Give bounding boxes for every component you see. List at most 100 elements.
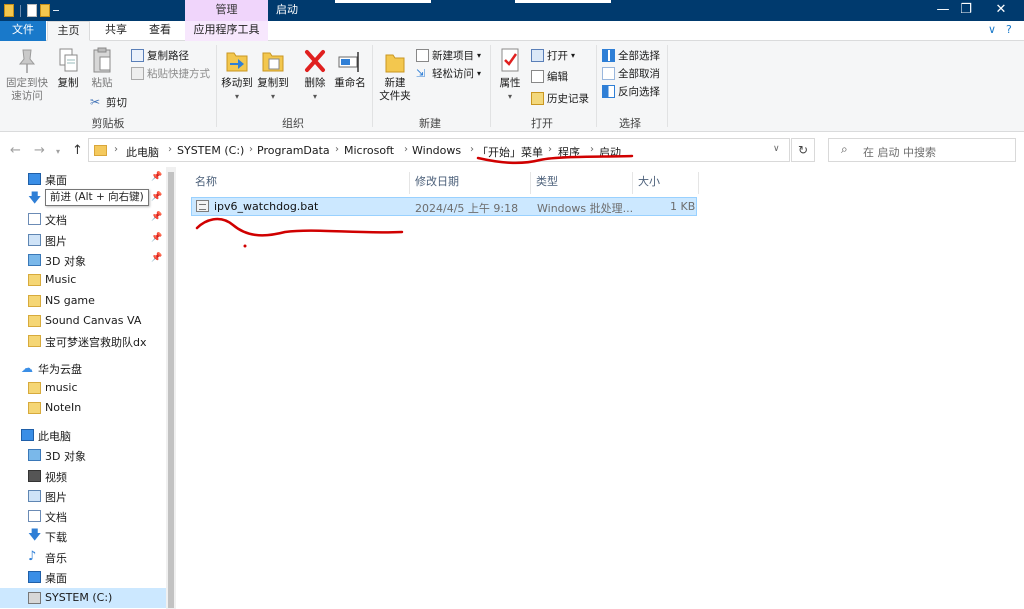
tab-home[interactable]: 主页	[47, 21, 90, 41]
folder-icon	[94, 145, 107, 156]
nav-item-system-drive[interactable]: SYSTEM (C:)	[0, 588, 166, 608]
tab-app-tools[interactable]: 应用程序工具	[185, 21, 268, 41]
chevron-right-icon[interactable]: ›	[470, 144, 474, 155]
search-box[interactable]: ⌕ 在 启动 中搜索	[828, 138, 1016, 162]
select-none-label: 全部取消	[618, 67, 660, 80]
red-underline-file	[195, 217, 404, 237]
paste-shortcut-button[interactable]: 粘贴快捷方式	[131, 65, 210, 81]
tab-view[interactable]: 查看	[139, 21, 181, 41]
nav-item-3d-objects[interactable]: 3D 对象 📌	[0, 250, 166, 270]
open-button[interactable]: 打开 ▾	[531, 47, 575, 63]
copy-path-button[interactable]: 复制路径	[131, 47, 189, 63]
move-to-button[interactable]: 移动到 ▾	[220, 47, 254, 103]
easy-access-button[interactable]: ⇲ 轻松访问 ▾	[416, 65, 481, 81]
nav-item-label: 桌面	[45, 572, 67, 585]
recent-locations-icon[interactable]: ▾	[56, 147, 60, 156]
column-header-modified[interactable]: 修改日期	[410, 172, 531, 194]
chevron-right-icon[interactable]: ›	[404, 144, 408, 155]
pin-icon[interactable]: 📌	[151, 212, 162, 222]
pin-icon[interactable]: 📌	[151, 172, 162, 182]
up-arrow-icon[interactable]: ↑	[72, 143, 83, 158]
copy-button[interactable]: 复制	[53, 47, 83, 90]
pin-icon[interactable]: 📌	[151, 253, 162, 263]
nav-item-ns-game[interactable]: NS game	[0, 291, 166, 311]
tab-file[interactable]: 文件	[0, 21, 46, 41]
new-folder-icon[interactable]	[40, 4, 50, 17]
ribbon: 固定到快 速访问 复制 粘贴 复制路径 粘贴快捷方式 ✂ 剪切 剪贴板 移动到 …	[0, 41, 1024, 132]
chevron-right-icon[interactable]: ›	[590, 144, 594, 155]
chevron-right-icon[interactable]: ›	[548, 144, 552, 155]
nav-item-pc-3d-objects[interactable]: 3D 对象	[0, 445, 166, 465]
nav-pane-scrollbar[interactable]	[166, 167, 176, 609]
pin-icon[interactable]: 📌	[151, 192, 162, 202]
chevron-right-icon[interactable]: ›	[168, 144, 172, 155]
column-header-name[interactable]: 名称	[190, 172, 410, 194]
select-all-button[interactable]: 全部选择	[602, 47, 660, 63]
nav-item-this-pc[interactable]: 此电脑	[0, 425, 166, 445]
paste-button[interactable]: 粘贴	[87, 47, 117, 90]
scrollbar-thumb[interactable]	[168, 172, 174, 608]
copy-to-button[interactable]: 复制到 ▾	[256, 47, 290, 103]
chevron-down-icon[interactable]: ∨	[773, 144, 780, 154]
refresh-button[interactable]: ↻	[791, 138, 815, 162]
help-button[interactable]: ?	[1006, 21, 1012, 41]
nav-item-music-folder[interactable]: Music	[0, 270, 166, 290]
nav-item-notein[interactable]: NoteIn	[0, 398, 166, 418]
copy-to-icon	[262, 52, 284, 72]
nav-item-pokemon[interactable]: 宝可梦迷宫救助队dx	[0, 331, 166, 351]
close-button[interactable]: ✕	[978, 0, 1024, 21]
breadcrumb-start-menu[interactable]: 「开始」菜单	[477, 144, 543, 160]
column-header-size[interactable]: 大小	[633, 172, 699, 194]
breadcrumb-startup[interactable]: 启动	[599, 144, 621, 160]
file-type: Windows 批处理...	[537, 202, 634, 215]
chevron-right-icon[interactable]: ›	[249, 144, 253, 155]
nav-item-pictures[interactable]: 图片 📌	[0, 230, 166, 250]
new-folder-button[interactable]: 新建 文件夹	[376, 47, 414, 103]
breadcrumb-microsoft[interactable]: Microsoft	[344, 144, 394, 157]
nav-item-pc-documents[interactable]: 文档	[0, 506, 166, 526]
breadcrumb-windows[interactable]: Windows	[412, 144, 461, 157]
nav-item-pc-pictures[interactable]: 图片	[0, 486, 166, 506]
chevron-right-icon[interactable]: ›	[114, 144, 118, 155]
nav-item-pc-desktop[interactable]: 桌面	[0, 567, 166, 587]
nav-item-videos[interactable]: 视频	[0, 466, 166, 486]
table-row[interactable]: ipv6_watchdog.bat 2024/4/5 上午 9:18 Windo…	[191, 197, 697, 216]
breadcrumb-system-c[interactable]: SYSTEM (C:)	[177, 144, 244, 157]
properties-icon[interactable]	[27, 4, 37, 17]
cut-button[interactable]: ✂ 剪切	[90, 94, 127, 110]
address-bar[interactable]: › 此电脑 › SYSTEM (C:) › ProgramData › Micr…	[88, 138, 790, 162]
open-group-label: 打开	[531, 117, 553, 130]
new-item-button[interactable]: 新建项目 ▾	[416, 47, 481, 63]
edit-label: 编辑	[547, 70, 568, 83]
chevron-right-icon[interactable]: ›	[335, 144, 339, 155]
select-none-button[interactable]: 全部取消	[602, 65, 660, 81]
tab-share[interactable]: 共享	[95, 21, 137, 41]
rename-button[interactable]: 重命名	[332, 47, 368, 90]
nav-item-desktop[interactable]: 桌面 📌	[0, 169, 166, 189]
ribbon-collapse-button[interactable]: ∨	[988, 21, 996, 41]
nav-item-documents[interactable]: 文档 📌	[0, 209, 166, 229]
properties-button[interactable]: 属性 ▾	[494, 47, 526, 103]
folder-icon	[28, 382, 41, 394]
history-button[interactable]: 历史记录	[531, 90, 589, 106]
nav-item-pc-music[interactable]: ♪ 音乐	[0, 547, 166, 567]
nav-item-cloud-music[interactable]: music	[0, 378, 166, 398]
nav-item-label: NS game	[45, 294, 95, 307]
nav-item-pc-downloads[interactable]: 🡇 下载	[0, 526, 166, 546]
breadcrumb-this-pc[interactable]: 此电脑	[126, 144, 159, 160]
nav-item-huawei-cloud[interactable]: ☁ 华为云盘	[0, 358, 166, 378]
pin-icon	[18, 49, 36, 73]
delete-button[interactable]: 删除 ▾	[300, 47, 330, 103]
pin-icon[interactable]: 📌	[151, 233, 162, 243]
breadcrumb-programs[interactable]: 程序	[558, 144, 580, 160]
pin-to-quick-access-button[interactable]: 固定到快 速访问	[4, 47, 50, 103]
back-arrow-icon[interactable]: ←	[10, 143, 21, 158]
breadcrumb-programdata[interactable]: ProgramData	[257, 144, 330, 157]
invert-selection-button[interactable]: 反向选择	[602, 83, 660, 99]
edit-button[interactable]: 编辑	[531, 68, 568, 84]
forward-arrow-icon[interactable]: →	[34, 143, 45, 158]
column-header-type[interactable]: 类型	[531, 172, 633, 194]
nav-item-sound-canvas[interactable]: Sound Canvas VA	[0, 311, 166, 331]
title-bar: 管理 启动 — ❐ ✕	[0, 0, 1024, 21]
customize-qat-icon[interactable]	[53, 10, 59, 11]
